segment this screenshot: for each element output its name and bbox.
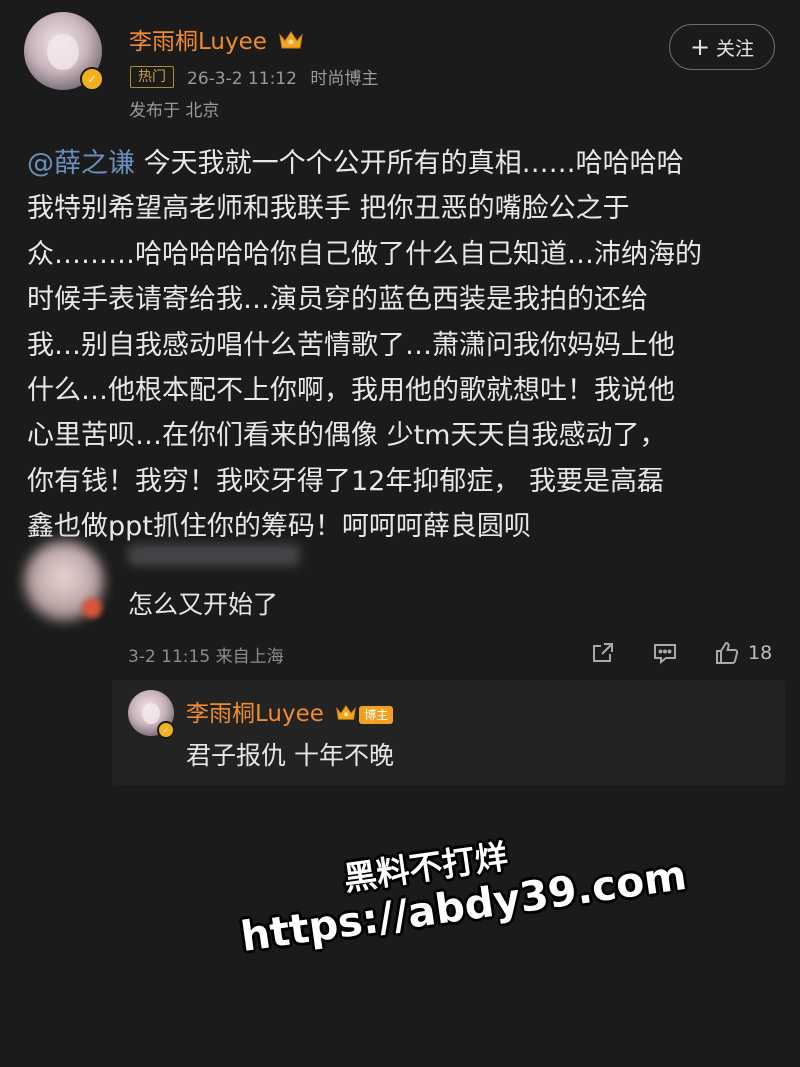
verified-badge-icon: ✓ (80, 67, 104, 91)
post-line: 众………哈哈哈哈哈你自己做了什么自己知道…沛纳海的 (27, 238, 702, 270)
post-line: 鑫也做ppt抓住你的筹码！呵呵呵薛良圆呗 (27, 511, 531, 543)
commenter-badge-icon (82, 598, 102, 618)
comment-icon (654, 644, 676, 665)
follow-button[interactable]: + 关注 (669, 24, 775, 70)
post-timestamp: 26-3-2 11:12 时尚博主 (187, 64, 378, 89)
timestamp-text: 26-3-2 11:12 (187, 69, 297, 89)
category-text: 时尚博主 (310, 69, 379, 89)
share-button[interactable] (590, 638, 616, 668)
post-line: 我…别自我感动唱什么苦情歌了…萧潇问我你妈妈上他 (27, 329, 675, 361)
reply-button[interactable] (652, 638, 678, 668)
post-line: @薛之谦 今天我就一个个公开所有的真相……哈哈哈哈 (27, 141, 772, 186)
reply-text: 君子报仇 十年不晚 (186, 741, 394, 770)
avatar-photo (141, 702, 161, 725)
comment-text: 怎么又开始了 (128, 590, 279, 619)
author-tag: 博主 (359, 705, 394, 724)
post-line: 心里苦呗…在你们看来的偶像 少tm天天自我感动了， (27, 420, 667, 452)
post-line-text: 今天我就一个个公开所有的真相……哈哈哈哈 (135, 148, 684, 179)
crown-icon (278, 29, 304, 57)
author-name[interactable]: 李雨桐Luyee (129, 22, 304, 57)
reply-author-name[interactable]: 李雨桐Luyee 博主 (186, 694, 394, 728)
hot-tag: 热门 (130, 66, 174, 88)
like-icon (716, 641, 739, 664)
crown-icon (335, 702, 357, 728)
follow-label: 关注 (716, 37, 755, 60)
like-count: 18 (748, 642, 773, 664)
plus-icon: + (689, 33, 711, 61)
comment-meta: 3-2 11:15 来自上海 (128, 647, 284, 667)
post-line: 时候手表请寄给我…演员穿的蓝色西装是我拍的还给 (27, 284, 648, 316)
post-line: 你有钱！我穷！我咬牙得了12年抑郁症， 我要是高磊 (27, 465, 664, 497)
avatar-photo (47, 33, 79, 70)
post-location: 发布于 北京 (129, 101, 220, 121)
commenter-name-blurred[interactable] (128, 544, 300, 566)
share-icon (593, 643, 613, 662)
watermark: 黑料不打烊 https://abdy39.com (230, 797, 690, 997)
author-name-text[interactable]: 李雨桐Luyee (129, 29, 267, 55)
mention-link[interactable]: @薛之谦 (27, 148, 135, 179)
reply-author-text[interactable]: 李雨桐Luyee (186, 701, 324, 727)
like-button[interactable]: 18 (714, 638, 772, 668)
post-line: 我特别希望高老师和我联手 把你丑恶的嘴脸公之于 (27, 193, 630, 225)
verified-badge-icon: ✓ (157, 721, 175, 739)
post-content: @薛之谦 今天我就一个个公开所有的真相……哈哈哈哈 我特别希望高老师和我联手 把… (27, 141, 772, 550)
post-line: 什么…他根本配不上你啊，我用他的歌就想吐！我说他 (27, 374, 675, 406)
